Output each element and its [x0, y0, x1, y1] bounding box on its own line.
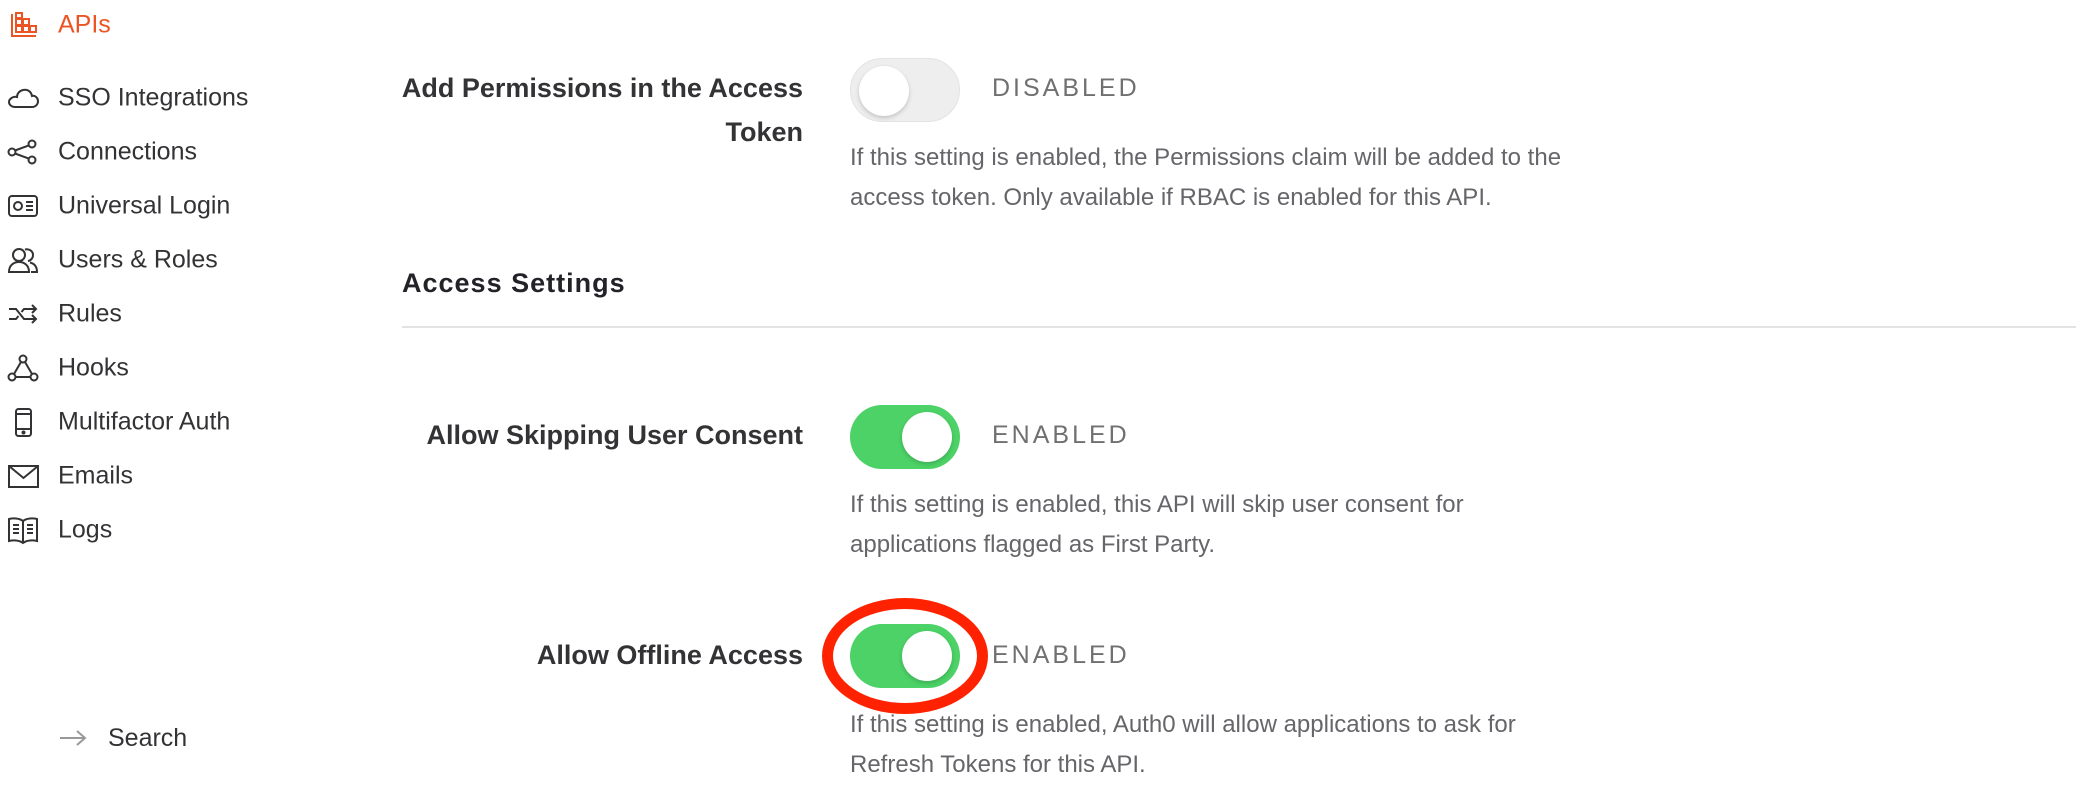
- skip-consent-label: Allow Skipping User Consent: [426, 420, 803, 450]
- sidebar-item-label: Logs: [58, 515, 113, 544]
- offline-access-label: Allow Offline Access: [536, 640, 803, 670]
- shuffle-icon: [6, 299, 40, 329]
- offline-access-toggle[interactable]: [850, 624, 960, 688]
- sidebar-item-label: Hooks: [58, 353, 129, 382]
- offline-access-state: ENABLED: [992, 641, 1130, 669]
- phone-icon: [6, 407, 40, 437]
- sidebar-subitem-label: Search: [108, 723, 188, 752]
- toggle-knob: [859, 66, 909, 116]
- toggle-knob: [902, 631, 952, 681]
- skip-consent-state: ENABLED: [992, 421, 1130, 449]
- sidebar-item-label: SSO Integrations: [58, 83, 249, 112]
- cloud-icon: [6, 83, 40, 113]
- sidebar-item-label: Rules: [58, 299, 122, 328]
- envelope-icon: [6, 461, 40, 491]
- divider: [402, 326, 2076, 328]
- skip-consent-toggle[interactable]: [850, 405, 960, 469]
- book-icon: [6, 515, 40, 545]
- sidebar-item-label: APIs: [58, 10, 111, 39]
- users-icon: [6, 245, 40, 275]
- sidebar-item-label: Universal Login: [58, 191, 231, 220]
- sidebar-item-label: Emails: [58, 461, 134, 490]
- arrow-right-icon: [60, 730, 87, 746]
- share-nodes-icon: [6, 137, 40, 167]
- hooks-icon: [6, 353, 40, 383]
- add-permissions-toggle[interactable]: [850, 58, 960, 122]
- skip-consent-description: If this setting is enabled, this API wil…: [850, 491, 1464, 558]
- toggle-knob: [902, 412, 952, 462]
- add-permissions-description: If this setting is enabled, the Permissi…: [850, 144, 1562, 211]
- add-permissions-label: Add Permissions in the Access Token: [401, 73, 803, 147]
- section-title-access-settings: Access Settings: [402, 268, 626, 298]
- offline-access-description: If this setting is enabled, Auth0 will a…: [850, 711, 1516, 778]
- sidebar-subitem-search[interactable]: Search: [58, 718, 187, 758]
- sidebar-item-label: Connections: [58, 137, 197, 166]
- sidebar: APIs SSO Integrations Connections Univer…: [0, 0, 360, 784]
- sidebar-item-label: Users & Roles: [58, 245, 218, 274]
- login-card-icon: [6, 191, 40, 221]
- sidebar-item-label: Multifactor Auth: [58, 407, 231, 436]
- add-permissions-state: DISABLED: [992, 74, 1140, 102]
- apis-grid-icon: [6, 10, 40, 40]
